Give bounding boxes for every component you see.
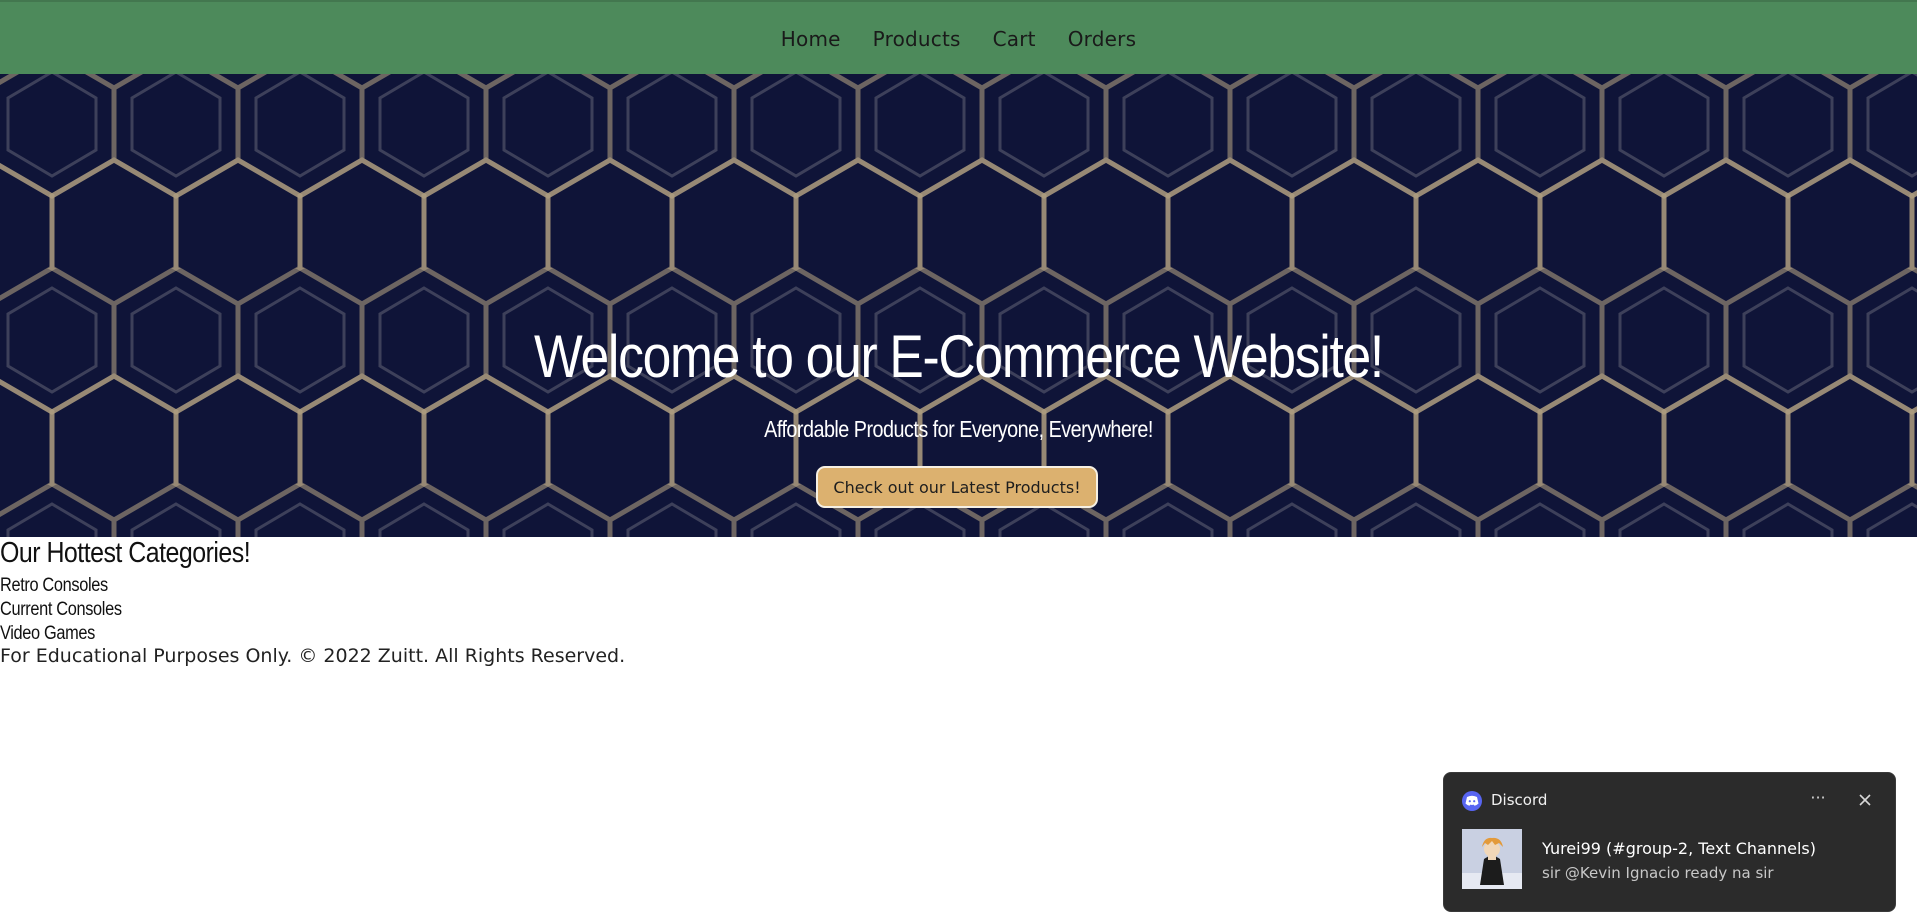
discord-notification[interactable]: Discord ··· Yurei99 (#group-2, Text Chan… [1443, 772, 1896, 912]
more-options-icon[interactable]: ··· [1803, 787, 1833, 811]
nav-link-products[interactable]: Products [857, 27, 977, 51]
nav-links: Home Products Cart Orders [0, 2, 1917, 76]
user-avatar [1462, 829, 1522, 889]
categories-heading: Our Hottest Categories! [0, 537, 251, 569]
notification-app-name: Discord [1491, 791, 1548, 809]
notification-title: Yurei99 (#group-2, Text Channels) [1542, 839, 1816, 858]
hero-subtitle: Affordable Products for Everyone, Everyw… [764, 416, 1153, 442]
category-item-retro-consoles[interactable]: Retro Consoles [0, 575, 108, 597]
nav-link-orders[interactable]: Orders [1052, 27, 1152, 51]
category-item-video-games[interactable]: Video Games [0, 623, 95, 645]
discord-icon [1462, 791, 1482, 811]
hero-banner: Welcome to our E-Commerce Website! Affor… [0, 74, 1917, 537]
hero-title: Welcome to our E-Commerce Website! [534, 323, 1384, 390]
navbar: Home Products Cart Orders [0, 0, 1917, 74]
category-item-current-consoles[interactable]: Current Consoles [0, 599, 122, 621]
close-icon[interactable] [1852, 787, 1878, 813]
latest-products-button[interactable]: Check out our Latest Products! [816, 466, 1098, 508]
nav-link-cart[interactable]: Cart [977, 27, 1052, 51]
nav-link-home[interactable]: Home [765, 27, 857, 51]
notification-message: sir @Kevin Ignacio ready na sir [1542, 864, 1774, 882]
footer-copyright: For Educational Purposes Only. © 2022 Zu… [0, 645, 626, 667]
